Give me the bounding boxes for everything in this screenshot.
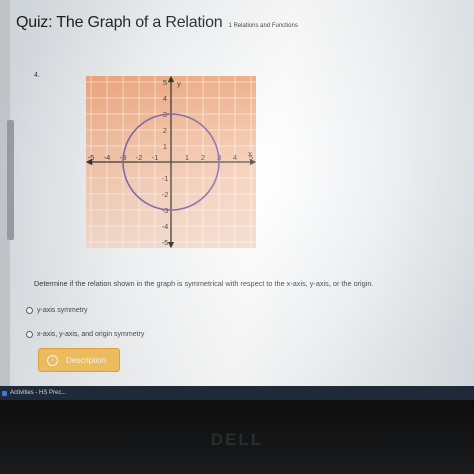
app-icon	[2, 390, 7, 396]
answer-option-all-symmetry[interactable]: x-axis, y-axis, and origin symmetry	[26, 331, 144, 338]
question-number: 4.	[34, 72, 40, 79]
y-tick-label: 5	[163, 78, 167, 87]
x-tick-label: 4	[233, 153, 237, 162]
x-tick-label: -5	[88, 153, 95, 162]
x-tick-label: 2	[201, 153, 205, 162]
option-label: y-axis symmetry	[37, 307, 88, 314]
y-tick-label: 1	[163, 142, 167, 151]
coordinate-graph: -5 -4 -3 -2 -1 1 2 3 4 554321-1-2-3-4-5xy	[86, 76, 256, 248]
info-icon: i	[47, 354, 58, 366]
x-axis-label: x	[248, 149, 252, 158]
x-tick-label: -1	[152, 153, 159, 162]
quiz-title: Quiz: The Graph of a Relation	[16, 14, 223, 31]
x-tick-label: -2	[136, 153, 143, 162]
y-tick-label: -2	[162, 190, 169, 199]
quiz-header: Quiz: The Graph of a Relation 1 Relation…	[16, 14, 298, 32]
answer-option-y-axis[interactable]: y-axis symmetry	[26, 307, 88, 314]
y-axis-label: y	[177, 79, 181, 88]
scrollbar[interactable]	[7, 120, 14, 240]
x-tick-label: -4	[104, 153, 111, 162]
taskbar-item[interactable]: Activities - HS Prec...	[10, 390, 66, 396]
radio-button[interactable]	[26, 307, 33, 314]
question-prompt: Determine if the relation shown in the g…	[34, 279, 374, 288]
y-tick-label: -5	[162, 238, 169, 247]
taskbar: Activities - HS Prec...	[0, 386, 474, 400]
monitor-logo: DELL	[210, 430, 264, 449]
y-tick-label: -4	[162, 222, 169, 231]
radio-button[interactable]	[26, 331, 33, 338]
description-button[interactable]: i Description	[38, 348, 120, 372]
screen: Quiz: The Graph of a Relation 1 Relation…	[0, 0, 474, 386]
y-tick-label: 2	[163, 126, 167, 135]
y-tick-label: 4	[163, 94, 167, 103]
quiz-subtitle: 1 Relations and Functions	[228, 23, 298, 29]
y-tick-label: -1	[162, 174, 169, 183]
monitor-bezel: DELL	[0, 400, 474, 474]
x-tick-label: 1	[185, 153, 189, 162]
option-label: x-axis, y-axis, and origin symmetry	[37, 331, 145, 338]
description-label: Description	[66, 355, 107, 365]
